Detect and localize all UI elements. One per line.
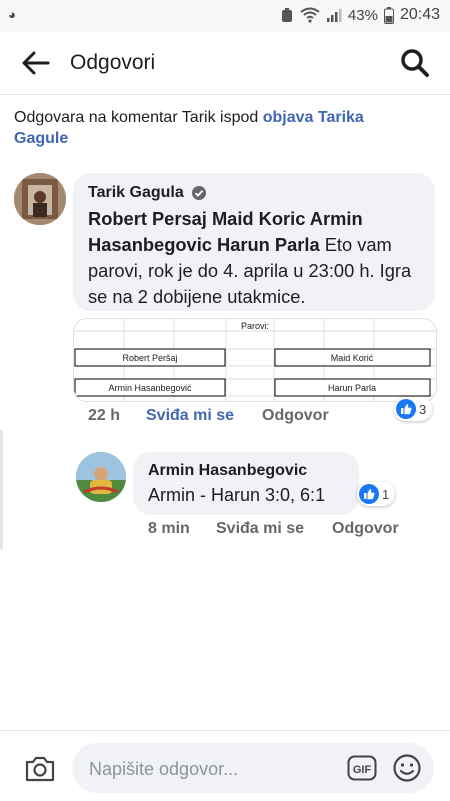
page-title: Odgovori <box>70 51 156 74</box>
header-divider <box>0 94 450 95</box>
comment-time: 22 h <box>88 407 121 424</box>
battery-percent: 43% <box>347 6 378 24</box>
reply-input[interactable] <box>87 756 331 782</box>
battery-icon <box>383 6 394 24</box>
camera-icon[interactable] <box>24 755 56 783</box>
reply-button[interactable]: Odgovor <box>332 520 399 538</box>
attachment-title: Parovi: <box>241 321 269 331</box>
comment-bubble: Tarik Gagula Robert Persaj Maid Koric Ar… <box>73 173 435 311</box>
reaction-number: 3 <box>419 401 427 417</box>
like-button[interactable]: Sviđa mi se <box>216 520 304 538</box>
verified-icon <box>192 186 206 200</box>
emoji-icon[interactable] <box>392 753 422 783</box>
reply-button[interactable]: Odgovor <box>262 407 329 425</box>
wifi-icon <box>300 7 320 23</box>
app-bar: Odgovori <box>0 32 450 94</box>
comment-text: Robert Persaj Maid Koric Armin Hasanbego… <box>88 206 428 310</box>
status-icons: 43% 20:43 <box>280 6 440 24</box>
avatar[interactable] <box>76 452 126 502</box>
like-icon <box>359 484 379 504</box>
reply-input-container[interactable]: GIF <box>72 743 434 793</box>
thread-indicator <box>0 430 3 550</box>
pair-cell: Maid Korić <box>331 353 374 363</box>
svg-text:GIF: GIF <box>353 764 372 776</box>
status-bar: ◕ 43% 20:43 <box>0 0 450 32</box>
reply-text: Armin - Harun 3:0, 6:1 <box>148 485 326 505</box>
pair-cell: Robert Peršaj <box>122 353 177 363</box>
signal-icon <box>326 9 342 22</box>
avatar[interactable] <box>14 173 66 225</box>
comment-author[interactable]: Tarik Gagula <box>88 184 184 202</box>
search-icon[interactable] <box>400 48 430 78</box>
like-button[interactable]: Sviđa mi se <box>146 407 234 425</box>
like-icon <box>396 399 416 419</box>
alarm-icon <box>281 8 292 22</box>
reply-author[interactable]: Armin Hasanbegovic <box>148 462 307 480</box>
clock: 20:43 <box>399 6 440 23</box>
context-text: Odgovara na komentar Tarik ispod <box>14 109 263 126</box>
pair-cell: Harun Parla <box>328 383 376 393</box>
reply-context: Odgovara na komentar Tarik ispod objava … <box>14 107 414 149</box>
composer-bar: GIF <box>0 730 450 801</box>
reaction-count[interactable]: 1 <box>357 482 396 506</box>
attachment-image[interactable]: Parovi: Robert Peršaj Maid Korić Armin H… <box>73 318 437 402</box>
back-arrow-icon[interactable] <box>20 50 50 76</box>
gif-icon[interactable]: GIF <box>347 755 377 781</box>
pair-cell: Armin Hasanbegović <box>108 383 192 393</box>
reply-time: 8 min <box>148 520 190 537</box>
notification-icon: ◕ <box>8 7 16 22</box>
reaction-count[interactable]: 3 <box>394 397 433 421</box>
reaction-number: 1 <box>382 486 390 502</box>
reply-bubble: Armin Hasanbegovic Armin - Harun 3:0, 6:… <box>133 452 359 515</box>
